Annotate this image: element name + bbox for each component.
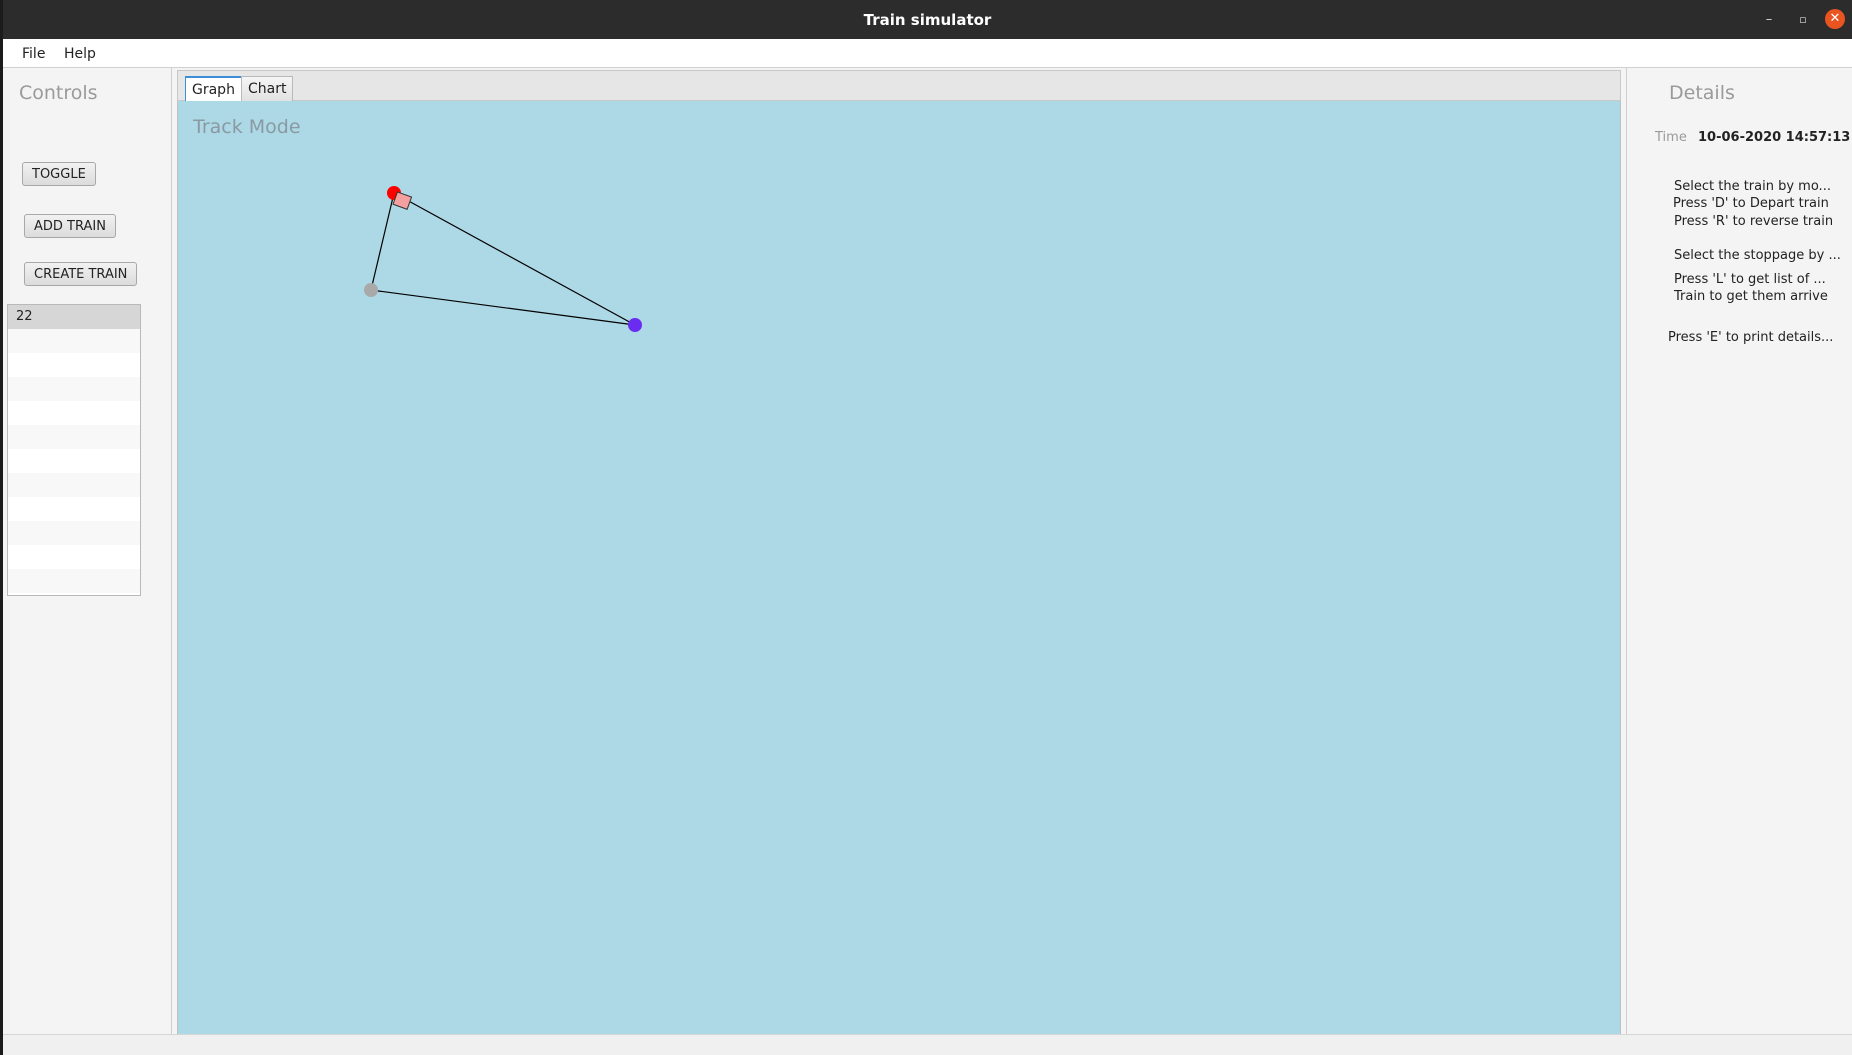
hint-arrive: Train to get them arrive	[1674, 289, 1828, 304]
menu-bar: File Help	[3, 39, 1852, 68]
controls-title: Controls	[19, 82, 98, 104]
track-canvas[interactable]: Track Mode	[177, 101, 1621, 1034]
list-item[interactable]	[8, 569, 140, 593]
hint-reverse: Press 'R' to reverse train	[1674, 214, 1834, 229]
toggle-button[interactable]: TOGGLE	[22, 162, 96, 186]
list-item[interactable]	[8, 401, 140, 425]
app-window: Train simulator – ▫ ✕ File Help Controls…	[3, 0, 1852, 1055]
list-item[interactable]	[8, 377, 140, 401]
status-bar	[3, 1034, 1852, 1055]
window-title: Train simulator	[863, 11, 992, 29]
hint-depart: Press 'D' to Depart train	[1673, 196, 1829, 211]
hint-select-train: Select the train by mo...	[1674, 179, 1831, 194]
list-item[interactable]	[8, 329, 140, 353]
track-red-blue[interactable]	[393, 192, 636, 326]
list-item[interactable]	[8, 497, 140, 521]
tab-chart[interactable]: Chart	[241, 76, 294, 101]
maximize-icon[interactable]: ▫	[1794, 11, 1812, 29]
close-icon[interactable]: ✕	[1825, 9, 1845, 29]
add-train-button[interactable]: ADD TRAIN	[24, 214, 116, 238]
list-item[interactable]	[8, 353, 140, 377]
menu-help[interactable]: Help	[64, 46, 96, 62]
list-item[interactable]	[8, 425, 140, 449]
minimize-icon[interactable]: –	[1760, 11, 1778, 29]
time-value: 10-06-2020 14:57:13	[1698, 130, 1851, 145]
list-item[interactable]	[8, 449, 140, 473]
details-panel: Details Time 10-06-2020 14:57:13 Select …	[1626, 68, 1852, 1034]
track-graph[interactable]	[178, 101, 1622, 1034]
station-blue[interactable]	[628, 318, 642, 332]
menu-file[interactable]: File	[22, 46, 45, 62]
title-bar[interactable]: Train simulator – ▫ ✕	[3, 0, 1852, 39]
list-item[interactable]	[8, 473, 140, 497]
train-list[interactable]: 22	[7, 304, 141, 596]
tab-graph[interactable]: Graph	[185, 76, 242, 101]
station-grey[interactable]	[364, 283, 378, 297]
track-red-grey[interactable]	[370, 192, 395, 291]
details-title: Details	[1669, 82, 1735, 104]
list-item[interactable]	[8, 545, 140, 569]
main-area: Graph Chart Track Mode	[177, 70, 1621, 1034]
list-item[interactable]	[8, 521, 140, 545]
time-label: Time	[1655, 130, 1687, 145]
track-grey-blue[interactable]	[370, 289, 636, 326]
hint-list: Press 'L' to get list of ...	[1674, 272, 1826, 287]
controls-panel: Controls TOGGLE ADD TRAIN CREATE TRAIN 2…	[3, 68, 172, 1034]
create-train-button[interactable]: CREATE TRAIN	[24, 262, 138, 286]
list-item[interactable]: 22	[8, 305, 140, 329]
hint-select-stoppage: Select the stoppage by ...	[1674, 248, 1841, 263]
hint-print-details: Press 'E' to print details...	[1668, 330, 1834, 345]
tab-bar: Graph Chart	[177, 70, 1621, 101]
